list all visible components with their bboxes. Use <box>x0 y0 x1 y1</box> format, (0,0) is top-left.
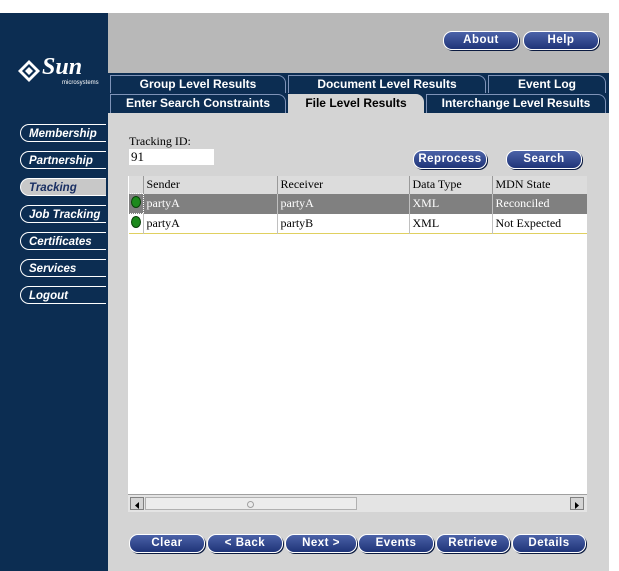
cell-data-type: XML <box>409 193 493 214</box>
scroll-left-button[interactable] <box>130 497 144 510</box>
status-dot-icon <box>130 195 141 208</box>
cell-data-type: XML <box>409 213 493 234</box>
tab-file-level-results[interactable]: File Level Results <box>288 94 424 113</box>
retrieve-button[interactable]: Retrieve <box>436 534 510 553</box>
grid-header: Sender Receiver Data Type MDN State <box>128 176 587 194</box>
sun-diamond-icon <box>18 60 40 82</box>
column-header-data-type[interactable]: Data Type <box>409 176 493 194</box>
logo-subtext: microsystems <box>62 80 99 86</box>
reprocess-button[interactable]: Reprocess <box>413 150 487 169</box>
cell-mdn-state: Reconciled <box>495 196 550 210</box>
nav-tracking[interactable]: Tracking <box>20 178 106 196</box>
arrow-left-icon <box>135 502 139 509</box>
status-dot-icon <box>130 215 141 228</box>
scroll-thumb[interactable] <box>145 497 357 510</box>
next-button[interactable]: Next > <box>285 534 357 553</box>
tab-interchange-level-results[interactable]: Interchange Level Results <box>426 94 606 113</box>
help-button[interactable]: Help <box>523 31 599 50</box>
nav-logout[interactable]: Logout <box>20 286 106 304</box>
arrow-right-icon <box>575 502 579 509</box>
events-button[interactable]: Events <box>358 534 434 553</box>
cell-sender: partyA <box>143 213 278 234</box>
tracking-id-label: Tracking ID: <box>129 134 191 148</box>
nav-certificates[interactable]: Certificates <box>20 232 106 250</box>
scroll-right-button[interactable] <box>570 497 584 510</box>
cell-receiver: partyA <box>277 193 410 214</box>
horizontal-scrollbar[interactable] <box>128 494 587 512</box>
details-button[interactable]: Details <box>512 534 586 553</box>
nav-job-tracking[interactable]: Job Tracking <box>20 205 106 223</box>
cell-sender: partyA <box>143 193 278 214</box>
cell-mdn-state: Not Expected <box>495 215 562 230</box>
column-header-mdn-state[interactable]: MDN State <box>492 176 587 194</box>
table-row[interactable]: partyA partyA XML Reconciled <box>128 193 587 214</box>
tab-group-level-results[interactable]: Group Level Results <box>110 75 286 93</box>
tracking-id-input[interactable]: 91 <box>129 149 214 165</box>
row-status-cell <box>128 193 144 214</box>
column-header-receiver[interactable]: Receiver <box>277 176 410 194</box>
tab-document-level-results[interactable]: Document Level Results <box>288 75 486 93</box>
grid-header-status <box>128 176 144 194</box>
back-button[interactable]: < Back <box>207 534 283 553</box>
tab-enter-search-constraints[interactable]: Enter Search Constraints <box>110 94 286 113</box>
clear-button[interactable]: Clear <box>129 534 205 553</box>
column-header-sender[interactable]: Sender <box>143 176 278 194</box>
nav-services[interactable]: Services <box>20 259 106 277</box>
search-button[interactable]: Search <box>506 150 582 169</box>
table-row[interactable]: partyA partyB XML Not Expected <box>128 213 587 234</box>
nav-membership[interactable]: Membership <box>20 124 106 142</box>
logo-text: Sun <box>42 54 83 80</box>
tab-event-log[interactable]: Event Log <box>488 75 606 93</box>
sun-logo: Sun microsystems <box>18 54 104 92</box>
cell-receiver: partyB <box>277 213 410 234</box>
row-status-cell <box>128 213 144 234</box>
nav-partnership[interactable]: Partnership <box>20 151 106 169</box>
about-button[interactable]: About <box>443 31 519 50</box>
results-grid: Sender Receiver Data Type MDN State part… <box>128 176 587 494</box>
scroll-grip-icon <box>247 501 254 508</box>
